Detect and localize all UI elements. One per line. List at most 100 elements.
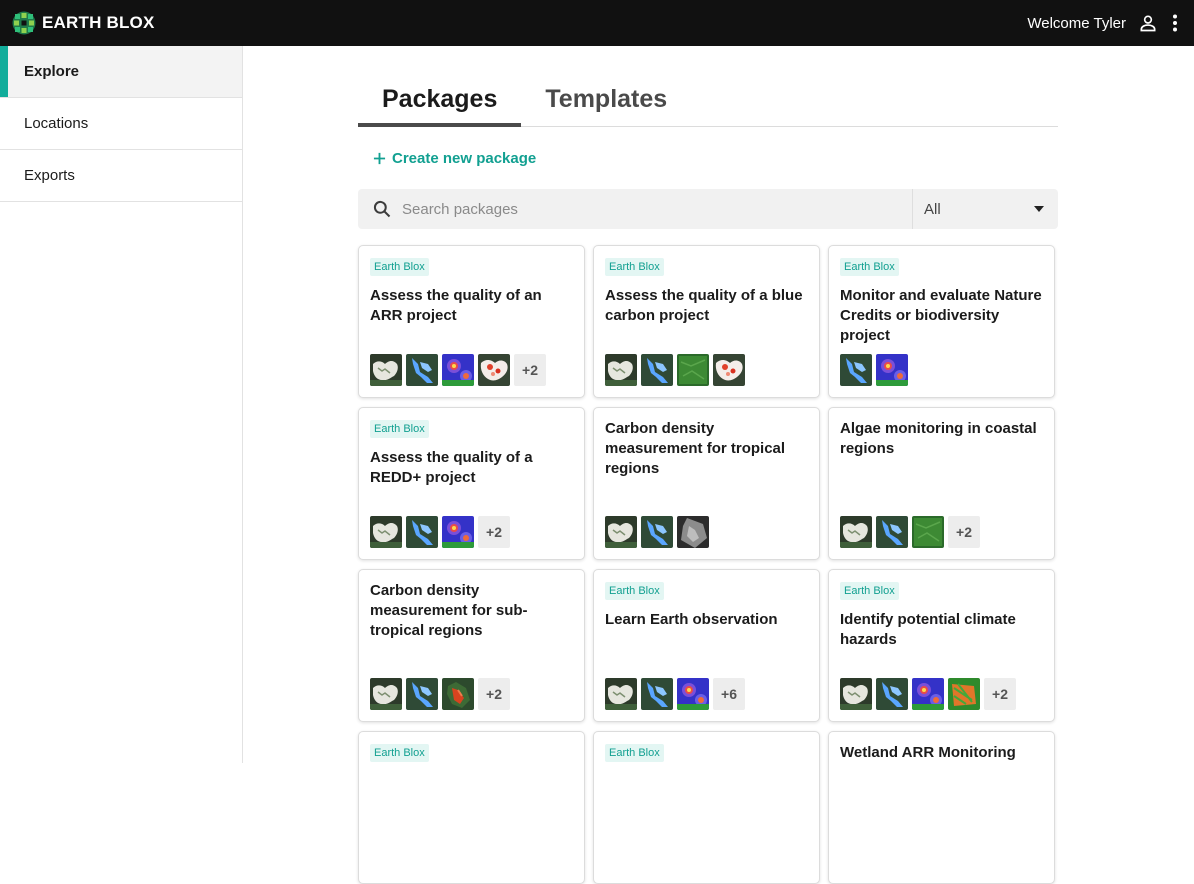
card-title: Carbon density measurement for sub-tropi… <box>370 582 528 639</box>
white-red-map-thumbnail <box>713 354 745 386</box>
water-map-thumbnail <box>641 354 673 386</box>
card-title: Monitor and evaluate Nature Credits or b… <box>840 287 1042 344</box>
green-map-thumbnail <box>677 354 709 386</box>
tab-bar: Packages Templates <box>358 46 1058 127</box>
brand-name: EARTH BLOX <box>42 13 155 32</box>
card-title: Algae monitoring in coastal regions <box>840 420 1037 457</box>
heat-map-thumbnail <box>677 678 709 710</box>
water-map-thumbnail <box>406 516 438 548</box>
package-card[interactable]: Earth Blox Assess the quality of a REDD+ … <box>358 407 585 560</box>
forest-map-thumbnail <box>605 516 637 548</box>
search-icon <box>373 200 391 218</box>
heat-map-thumbnail <box>912 678 944 710</box>
package-card[interactable]: Earth Blox Learn Earth observation +6 <box>593 569 820 722</box>
card-thumbnails: +2 <box>370 354 546 386</box>
main-content: Packages Templates Create new package Al… <box>358 46 1058 884</box>
package-card[interactable]: Earth Blox Assess the quality of an ARR p… <box>358 245 585 398</box>
filter-select[interactable]: All <box>912 189 1058 229</box>
package-card[interactable]: Carbon density measurement for tropical … <box>593 407 820 560</box>
sidebar-item-explore[interactable]: Explore <box>0 46 242 98</box>
card-title: Learn Earth observation <box>605 611 778 628</box>
card-badge: Earth Blox <box>370 258 429 276</box>
package-grid: Earth Blox Assess the quality of an ARR p… <box>358 245 1058 884</box>
package-card[interactable]: Earth Blox <box>358 731 585 884</box>
sidebar-item-exports[interactable]: Exports <box>0 150 242 202</box>
card-badge: Earth Blox <box>605 258 664 276</box>
more-vert-icon[interactable] <box>1172 14 1178 32</box>
card-thumbnails <box>840 354 908 386</box>
brand[interactable]: EARTH BLOX <box>12 11 155 35</box>
water-map-thumbnail <box>406 678 438 710</box>
water-map-thumbnail <box>840 354 872 386</box>
green-map-thumbnail <box>912 516 944 548</box>
forest-map-thumbnail <box>605 354 637 386</box>
water-map-thumbnail <box>641 678 673 710</box>
package-card[interactable]: Algae monitoring in coastal regions +2 <box>828 407 1055 560</box>
sidebar: Explore Locations Exports <box>0 46 243 763</box>
more-count: +2 <box>984 678 1016 710</box>
create-package-label: Create new package <box>392 150 537 167</box>
forest-map-thumbnail <box>840 678 872 710</box>
earth-blox-logo-icon <box>12 11 36 35</box>
forest-map-thumbnail <box>605 678 637 710</box>
more-count: +2 <box>948 516 980 548</box>
card-title: Identify potential climate hazards <box>840 611 1016 648</box>
card-badge: Earth Blox <box>605 582 664 600</box>
card-thumbnails: +2 <box>370 678 510 710</box>
red-green-map-thumbnail <box>442 678 474 710</box>
card-title: Wetland ARR Monitoring <box>840 744 1016 761</box>
card-badge: Earth Blox <box>605 744 664 762</box>
more-count: +2 <box>478 678 510 710</box>
water-map-thumbnail <box>876 516 908 548</box>
heat-map-thumbnail <box>442 516 474 548</box>
card-thumbnails: +2 <box>840 678 1016 710</box>
orange-green-map-thumbnail <box>948 678 980 710</box>
card-thumbnails <box>605 516 709 548</box>
package-card[interactable]: Carbon density measurement for sub-tropi… <box>358 569 585 722</box>
card-thumbnails: +2 <box>840 516 980 548</box>
card-badge: Earth Blox <box>370 420 429 438</box>
welcome-text: Welcome Tyler <box>1027 14 1126 32</box>
forest-map-thumbnail <box>370 678 402 710</box>
sidebar-item-label: Explore <box>24 63 80 80</box>
user-icon[interactable] <box>1138 13 1158 33</box>
white-red-map-thumbnail <box>478 354 510 386</box>
chevron-down-icon <box>1034 206 1044 212</box>
more-count: +2 <box>478 516 510 548</box>
tab-templates[interactable]: Templates <box>521 85 691 126</box>
card-badge: Earth Blox <box>370 744 429 762</box>
package-card[interactable]: Earth Blox <box>593 731 820 884</box>
package-card[interactable]: Earth Blox Monitor and evaluate Nature Cr… <box>828 245 1055 398</box>
gray-map-thumbnail <box>677 516 709 548</box>
card-title: Assess the quality of a blue carbon proj… <box>605 287 803 324</box>
forest-map-thumbnail <box>840 516 872 548</box>
heat-map-thumbnail <box>442 354 474 386</box>
water-map-thumbnail <box>641 516 673 548</box>
card-title: Assess the quality of an ARR project <box>370 287 542 324</box>
search-bar: All <box>358 189 1058 229</box>
card-thumbnails: +6 <box>605 678 745 710</box>
more-count: +2 <box>514 354 546 386</box>
tab-packages[interactable]: Packages <box>358 85 522 127</box>
water-map-thumbnail <box>876 678 908 710</box>
card-badge: Earth Blox <box>840 258 899 276</box>
create-package-button[interactable]: Create new package <box>373 150 536 167</box>
package-card[interactable]: Earth Blox Assess the quality of a blue c… <box>593 245 820 398</box>
package-card[interactable]: Wetland ARR Monitoring <box>828 731 1055 884</box>
card-thumbnails: +2 <box>370 516 510 548</box>
sidebar-item-label: Locations <box>24 115 89 132</box>
plus-icon <box>373 152 386 165</box>
sidebar-item-label: Exports <box>24 167 75 184</box>
sidebar-item-locations[interactable]: Locations <box>0 98 242 150</box>
package-card[interactable]: Earth Blox Identify potential climate haz… <box>828 569 1055 722</box>
card-badge: Earth Blox <box>840 582 899 600</box>
card-title: Assess the quality of a REDD+ project <box>370 449 533 486</box>
card-thumbnails <box>605 354 745 386</box>
filter-value: All <box>924 200 941 218</box>
forest-map-thumbnail <box>370 354 402 386</box>
water-map-thumbnail <box>406 354 438 386</box>
forest-map-thumbnail <box>370 516 402 548</box>
search-input[interactable] <box>402 200 912 218</box>
heat-map-thumbnail <box>876 354 908 386</box>
card-title: Carbon density measurement for tropical … <box>605 420 786 477</box>
